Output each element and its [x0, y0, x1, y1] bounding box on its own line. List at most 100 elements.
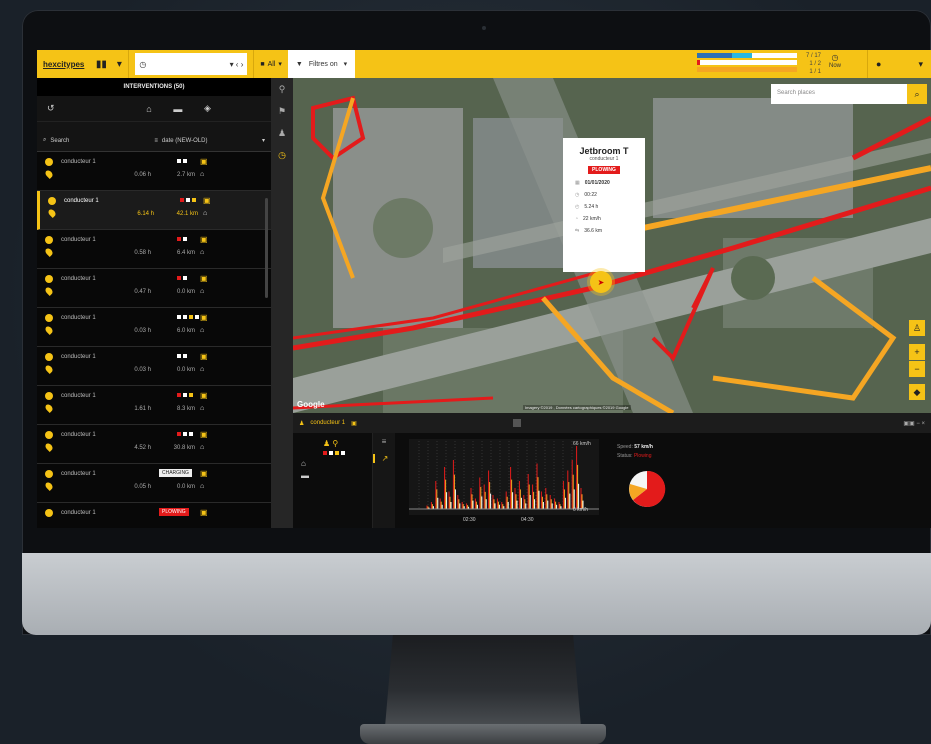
status-info: Speed: 57 km/h Status: Plowing: [617, 443, 653, 461]
filters-button[interactable]: ▼ Filtres on ▾: [287, 50, 356, 78]
date-nav-icon[interactable]: ▾ ‹ ›: [230, 60, 244, 69]
now-button[interactable]: ◷ Now: [825, 53, 845, 71]
list-item[interactable]: conducteur 1 ▣ 4.52 h 30.8 km ⌂: [37, 425, 271, 464]
clock-icon: ◷: [831, 53, 839, 62]
duration: 0.58 h: [134, 250, 151, 256]
distance: 6.4 km: [176, 250, 195, 256]
zoom-in-button[interactable]: +: [909, 344, 925, 360]
map-view[interactable]: Search places ⌕ Jetbroom T conducteur 1 …: [293, 78, 931, 413]
list-item[interactable]: conducteur 1 ▣ 0.03 h 6.0 km ⌂: [37, 308, 271, 347]
distance: 42.1 km: [176, 211, 198, 217]
chart-ymin-label: 0 km/h: [573, 507, 589, 513]
driver-icon: [45, 353, 53, 361]
user-menu[interactable]: ● ▾: [867, 50, 931, 78]
vehicle-icon: ▣: [200, 430, 208, 439]
route-icon[interactable]: ⚑: [271, 100, 293, 122]
home-icon: ⌂: [203, 210, 208, 217]
list-item[interactable]: conducteur 1 ▣ 1.61 h 8.3 km ⌂: [37, 386, 271, 425]
driver-name: conducteur 1: [61, 393, 96, 399]
home-icon[interactable]: ⌂: [146, 104, 151, 114]
zoom-out-button[interactable]: −: [909, 361, 925, 377]
driver-icon: [45, 158, 53, 166]
driver-name: conducteur 1: [61, 315, 96, 321]
list-icon[interactable]: ≡: [373, 437, 395, 446]
status-bar-1: [697, 53, 797, 58]
home-icon: ⌂: [200, 288, 205, 295]
expand-icon[interactable]: [512, 419, 521, 427]
building-icon[interactable]: ◈: [204, 103, 211, 114]
list-item[interactable]: conducteur 1 ▣ 0.58 h 6.4 km ⌂: [37, 230, 271, 269]
list-item[interactable]: conducteur 1 PLOWING ▣: [37, 503, 271, 528]
driver-icon: ♟: [299, 420, 305, 427]
status-bars: [697, 53, 797, 74]
now-label: Now: [828, 63, 841, 69]
date-range-picker[interactable]: ◷ ▾ ‹ ›: [135, 53, 248, 75]
monitor-chin: [22, 553, 931, 635]
distance: 0.0 km: [176, 289, 195, 295]
timer-icon: ◴: [575, 204, 580, 210]
distance: 8.3 km: [176, 406, 195, 412]
list-item[interactable]: conducteur 1 ▣ 0.06 h 2.7 km ⌂: [37, 152, 271, 191]
sort-icon[interactable]: ≡: [154, 138, 158, 144]
driver-icon: [45, 275, 53, 283]
chart-icon[interactable]: ↗: [373, 454, 395, 463]
search-icon[interactable]: ⌕: [43, 137, 46, 144]
person-icon[interactable]: ♟: [271, 122, 293, 144]
popup-time-row: ◷ 00:22: [575, 192, 645, 198]
home-icon: ⌂: [200, 405, 205, 412]
history-icon[interactable]: ↺: [47, 103, 55, 114]
driver-name: conducteur 1: [61, 432, 96, 438]
vehicle-icon: ▣: [200, 352, 208, 361]
chevron-down-icon[interactable]: ▾: [262, 137, 265, 144]
scrollbar[interactable]: [265, 198, 268, 298]
vehicle-filter-button[interactable]: ■ All ▾: [260, 60, 282, 69]
detail-summary: ♟ ⚲ ⌂ ▬: [293, 433, 373, 528]
history-icon[interactable]: ◷: [271, 144, 293, 166]
vehicle-icon: ▣: [200, 274, 208, 283]
map-attribution[interactable]: Imagery ©2019 , Données cartographiques …: [523, 405, 631, 410]
home-icon: ⌂: [200, 366, 205, 373]
list-item[interactable]: conducteur 1 ▣ 0.47 h 0.0 km ⌂: [37, 269, 271, 308]
popup-duration-row: ◴ 5.24 h: [575, 204, 645, 210]
sort-select[interactable]: date (NEW-OLD): [162, 138, 208, 144]
car-icon[interactable]: ▬: [173, 104, 182, 114]
detail-header: ♟ conducteur 1 ▣ ▣▣ − ×: [293, 413, 931, 433]
vehicle-marker-icon[interactable]: ➤: [590, 271, 612, 293]
chevron-down-icon[interactable]: ▾: [110, 55, 128, 73]
list-item[interactable]: conducteur 1 CHARGING ▣ 0.05 h 0.0 km ⌂: [37, 464, 271, 503]
vehicle-icon: ▣: [351, 420, 357, 427]
driver-name: conducteur 1: [61, 159, 96, 165]
webcam: [482, 26, 486, 30]
clock-icon: ◷: [139, 59, 147, 69]
status-squares: [177, 393, 193, 397]
search-icon[interactable]: ⌕: [907, 84, 927, 104]
list-item-selected[interactable]: conducteur 1 ▣ 6.14 h 42.1 km ⌂: [37, 191, 271, 230]
status-badge: PLOWING: [159, 508, 189, 516]
book-icon[interactable]: ▮▮: [92, 55, 110, 73]
window-controls-icon[interactable]: ▣▣ − ×: [903, 420, 925, 427]
popup-duration: 5.24 h: [584, 204, 599, 210]
status-squares: [177, 237, 187, 241]
search-input[interactable]: Search: [50, 138, 150, 144]
status-count-3: 1 / 1: [809, 69, 821, 75]
driver-icon: [45, 470, 53, 478]
home-icon: ⌂: [200, 249, 205, 256]
status-pie-chart: [629, 470, 666, 507]
list-item[interactable]: conducteur 1 ▣ 0.03 h 0.0 km ⌂: [37, 347, 271, 386]
status-bar-3: [697, 67, 797, 72]
clock-icon: ◷: [575, 192, 580, 198]
monitor-base: [360, 724, 606, 744]
filter-pin-icon[interactable]: ⚲: [271, 78, 293, 100]
street-view-icon[interactable]: ♙: [909, 320, 925, 336]
driver-icon: [45, 392, 53, 400]
app-logo[interactable]: hexcitypes: [43, 60, 84, 69]
status-value: Plowing: [633, 453, 652, 459]
duration: 0.03 h: [134, 367, 151, 373]
interventions-panel: INTERVENTIONS (50) ↺ ⌂ ▬ ◈ ⌕ Search ≡ da…: [37, 78, 271, 528]
divider: [253, 50, 255, 78]
layers-icon[interactable]: ◆: [909, 384, 925, 400]
distance: 30.8 km: [173, 445, 195, 451]
status-squares: [180, 198, 196, 202]
search-places-input[interactable]: Search places: [771, 84, 907, 104]
driver-icon: [45, 431, 53, 439]
